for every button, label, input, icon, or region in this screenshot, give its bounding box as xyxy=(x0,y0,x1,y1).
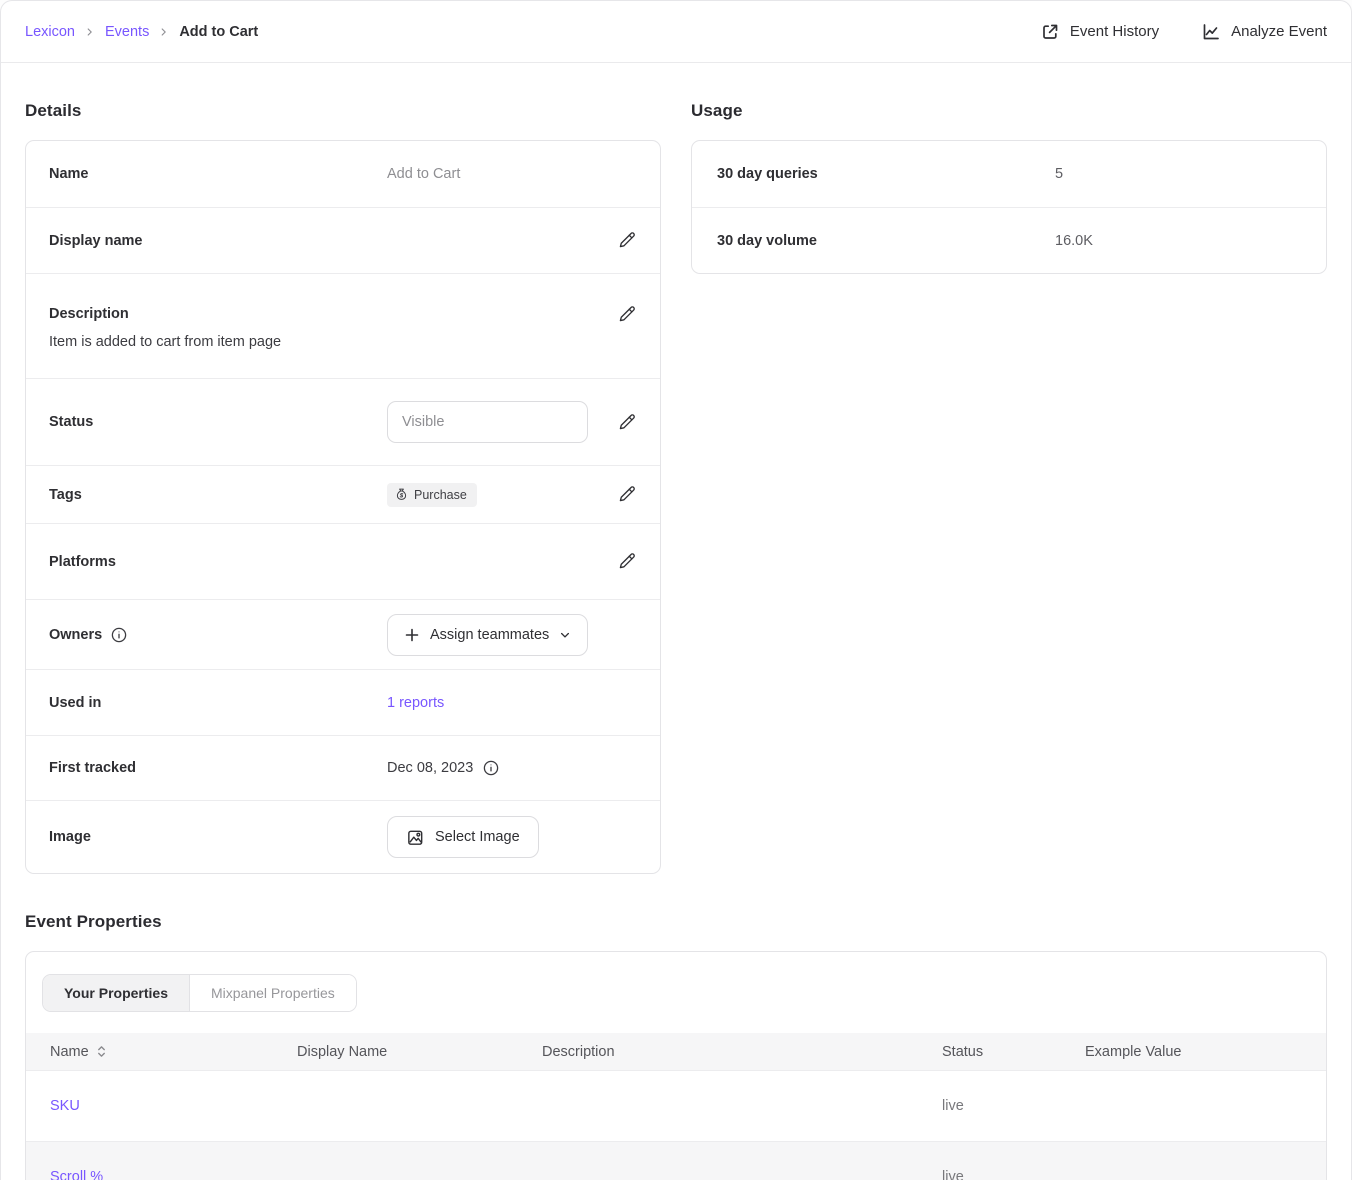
status-value: Visible xyxy=(402,414,444,430)
details-section-title: Details xyxy=(25,101,661,121)
property-row-sku[interactable]: SKU live xyxy=(26,1070,1326,1141)
usage-row-volume: 30 day volume 16.0K xyxy=(692,207,1326,273)
analyze-event-label: Analyze Event xyxy=(1231,23,1327,40)
volume-label: 30 day volume xyxy=(717,233,1055,249)
image-label: Image xyxy=(49,829,387,845)
details-row-first-tracked: First tracked Dec 08, 2023 xyxy=(26,735,660,800)
external-link-icon xyxy=(1040,22,1060,42)
info-icon[interactable] xyxy=(483,760,499,776)
chevron-right-icon xyxy=(158,26,170,38)
properties-tab-group: Your Properties Mixpanel Properties xyxy=(42,974,357,1012)
status-value-field[interactable]: Visible xyxy=(387,401,588,443)
details-row-used-in: Used in 1 reports xyxy=(26,669,660,735)
used-in-reports-link[interactable]: 1 reports xyxy=(387,695,638,711)
top-bar: Lexicon Events Add to Cart Event Hist xyxy=(1,1,1351,63)
header-actions: Event History Analyze Event xyxy=(1040,22,1327,42)
property-status: live xyxy=(942,1169,1085,1180)
tag-chip-purchase[interactable]: Purchase xyxy=(387,483,477,507)
assign-teammates-button[interactable]: Assign teammates xyxy=(387,614,588,656)
display-name-label: Display name xyxy=(49,233,387,249)
description-label: Description xyxy=(49,306,615,322)
plus-icon xyxy=(404,627,420,643)
column-header-display-name: Display Name xyxy=(297,1044,542,1060)
sort-icon[interactable] xyxy=(96,1045,107,1058)
edit-platforms-button[interactable] xyxy=(615,550,638,573)
details-row-platforms: Platforms xyxy=(26,523,660,599)
property-name-link[interactable]: Scroll % xyxy=(50,1169,103,1180)
pencil-icon xyxy=(617,485,636,504)
details-row-tags: Tags Purchase xyxy=(26,465,660,523)
details-row-image: Image Select Image xyxy=(26,800,660,873)
tag-label: Purchase xyxy=(414,488,467,502)
chevron-down-icon xyxy=(559,629,571,641)
event-name-value: Add to Cart xyxy=(387,166,638,182)
details-row-name: Name Add to Cart xyxy=(26,141,660,207)
details-row-display-name: Display name xyxy=(26,207,660,273)
property-name-link[interactable]: SKU xyxy=(50,1098,80,1114)
tags-label: Tags xyxy=(49,487,387,503)
event-properties-card: Your Properties Mixpanel Properties Name… xyxy=(25,951,1327,1180)
edit-description-button[interactable] xyxy=(615,303,638,326)
details-row-status: Status Visible xyxy=(26,378,660,465)
pencil-icon xyxy=(617,231,636,250)
column-header-description: Description xyxy=(542,1044,942,1060)
pencil-icon xyxy=(617,305,636,324)
property-status: live xyxy=(942,1098,1085,1114)
pencil-icon xyxy=(617,552,636,571)
volume-value: 16.0K xyxy=(1055,233,1302,249)
status-label: Status xyxy=(49,414,387,430)
queries-label: 30 day queries xyxy=(717,166,1055,182)
edit-status-button[interactable] xyxy=(615,411,638,434)
tab-your-properties[interactable]: Your Properties xyxy=(43,975,190,1011)
queries-value: 5 xyxy=(1055,166,1302,182)
breadcrumb-events[interactable]: Events xyxy=(105,24,149,40)
breadcrumb-current-event: Add to Cart xyxy=(179,24,258,40)
edit-display-name-button[interactable] xyxy=(615,229,638,252)
lexicon-event-detail-page: Lexicon Events Add to Cart Event Hist xyxy=(0,0,1352,1180)
properties-table-header: Name Display Name Description Status Exa… xyxy=(26,1033,1326,1070)
column-header-name[interactable]: Name xyxy=(50,1044,89,1060)
column-header-status: Status xyxy=(942,1044,1085,1060)
first-tracked-label: First tracked xyxy=(49,760,387,776)
usage-section-title: Usage xyxy=(691,101,1327,121)
owners-label: Owners xyxy=(49,627,102,643)
assign-teammates-label: Assign teammates xyxy=(430,627,549,643)
used-in-label: Used in xyxy=(49,695,387,711)
usage-row-queries: 30 day queries 5 xyxy=(692,141,1326,207)
pencil-icon xyxy=(617,413,636,432)
name-label: Name xyxy=(49,166,387,182)
platforms-label: Platforms xyxy=(49,554,387,570)
select-image-label: Select Image xyxy=(435,829,520,845)
info-icon[interactable] xyxy=(111,627,127,643)
event-history-label: Event History xyxy=(1070,23,1159,40)
description-value: Item is added to cart from item page xyxy=(49,334,638,350)
usage-card: 30 day queries 5 30 day volume 16.0K xyxy=(691,140,1327,274)
property-row-scroll-pct[interactable]: Scroll % live xyxy=(26,1141,1326,1180)
select-image-button[interactable]: Select Image xyxy=(387,816,539,858)
details-row-owners: Owners xyxy=(26,599,660,669)
money-bag-icon xyxy=(395,488,408,501)
details-card: Name Add to Cart Display name xyxy=(25,140,661,874)
event-properties-section-title: Event Properties xyxy=(25,912,1327,932)
column-header-example-value: Example Value xyxy=(1085,1044,1302,1060)
chevron-right-icon xyxy=(84,26,96,38)
tab-mixpanel-properties[interactable]: Mixpanel Properties xyxy=(190,975,356,1011)
analyze-event-button[interactable]: Analyze Event xyxy=(1201,22,1327,42)
event-history-button[interactable]: Event History xyxy=(1040,22,1159,42)
first-tracked-value: Dec 08, 2023 xyxy=(387,760,473,776)
image-icon xyxy=(406,828,425,847)
line-chart-icon xyxy=(1201,22,1221,42)
edit-tags-button[interactable] xyxy=(615,483,638,506)
main-content: Details Name Add to Cart Display name xyxy=(1,63,1351,1180)
breadcrumb-lexicon[interactable]: Lexicon xyxy=(25,24,75,40)
details-row-description: Description Item is added to cart from i… xyxy=(26,273,660,378)
breadcrumb: Lexicon Events Add to Cart xyxy=(25,24,258,40)
